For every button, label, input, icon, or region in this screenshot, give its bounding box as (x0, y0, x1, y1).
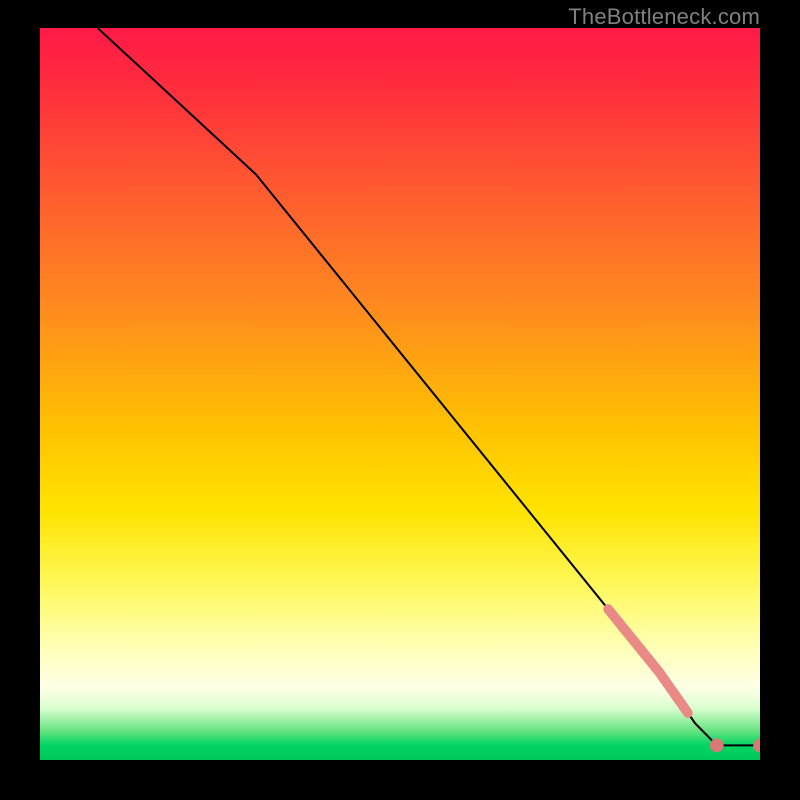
marker-dash (626, 631, 631, 637)
marker-dash (622, 627, 627, 633)
watermark-text: TheBottleneck.com (568, 4, 760, 30)
marker-dash (651, 662, 656, 668)
marker-dash (659, 672, 664, 679)
marker-dash (633, 640, 638, 646)
end-marker-dot (710, 738, 724, 752)
chart-stage: TheBottleneck.com (0, 0, 800, 800)
marker-dash (637, 645, 642, 651)
marker-dash (648, 658, 653, 664)
marker-dash (615, 618, 620, 624)
curve-layer (40, 28, 760, 760)
bottleneck-curve (98, 28, 760, 745)
marker-dash (678, 700, 683, 707)
marker-dash (640, 649, 645, 655)
marker-dash (644, 653, 649, 659)
marker-dash (619, 622, 624, 628)
marker-dash (683, 706, 688, 713)
marker-dash (674, 693, 679, 700)
marker-dash (612, 613, 617, 619)
end-markers (710, 738, 760, 752)
marker-dash (664, 679, 669, 686)
marker-cluster (608, 609, 688, 713)
end-marker-dot (753, 738, 760, 752)
marker-dash (608, 609, 613, 615)
plot-area (40, 28, 760, 760)
marker-dash (630, 636, 635, 642)
marker-dash (669, 686, 674, 693)
marker-dash (655, 667, 660, 673)
